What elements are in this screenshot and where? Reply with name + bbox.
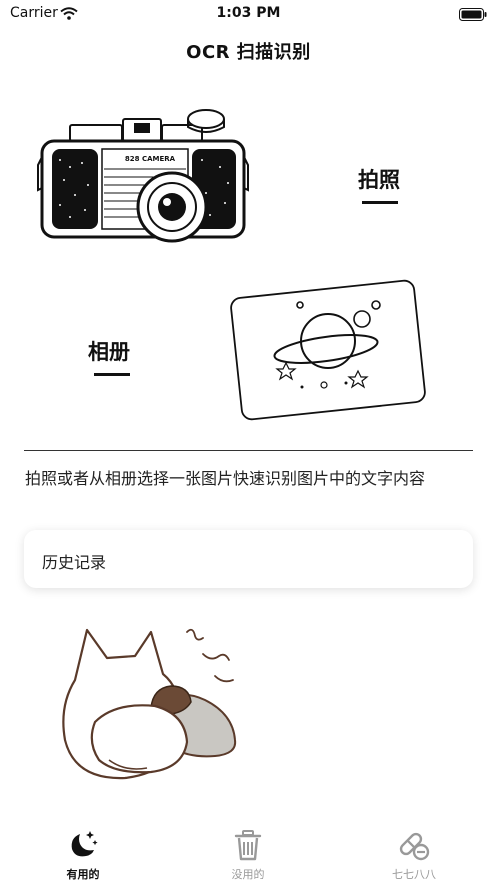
photo-button-label[interactable]: 拍照: [358, 164, 400, 194]
tab-misc-label: 七七八八: [392, 868, 436, 881]
tab-useful-label: 有用的: [66, 868, 100, 881]
album-underline: [94, 373, 130, 376]
history-button[interactable]: 历史记录: [24, 530, 473, 588]
battery-icon: [459, 6, 487, 25]
moon-stars-icon: [66, 828, 100, 866]
tab-bar: 有用的 没用的 七七八八: [0, 820, 497, 883]
planet-card-illustration[interactable]: [228, 275, 428, 429]
camera-illustration[interactable]: 828 CAMERA: [30, 105, 256, 249]
photo-underline: [362, 201, 398, 204]
pill-icon: [397, 828, 431, 866]
camera-brand-text: 828 CAMERA: [125, 155, 176, 163]
description-text: 拍照或者从相册选择一张图片快速识别图片中的文字内容: [25, 469, 426, 488]
trash-icon: [231, 828, 265, 866]
clock: 1:03 PM: [216, 5, 281, 21]
tab-useful[interactable]: 有用的: [23, 820, 143, 883]
page-title: OCR 扫描识别: [186, 42, 311, 63]
cat-illustration: [55, 622, 245, 791]
status-bar: Carrier 1:03 PM: [0, 0, 497, 26]
album-button-label[interactable]: 相册: [88, 336, 130, 366]
tab-useless-label: 没用的: [231, 868, 265, 881]
tab-misc[interactable]: 七七八八: [354, 820, 474, 883]
history-label: 历史记录: [42, 553, 107, 572]
section-divider: [24, 450, 473, 451]
tab-useless[interactable]: 没用的: [188, 820, 308, 883]
